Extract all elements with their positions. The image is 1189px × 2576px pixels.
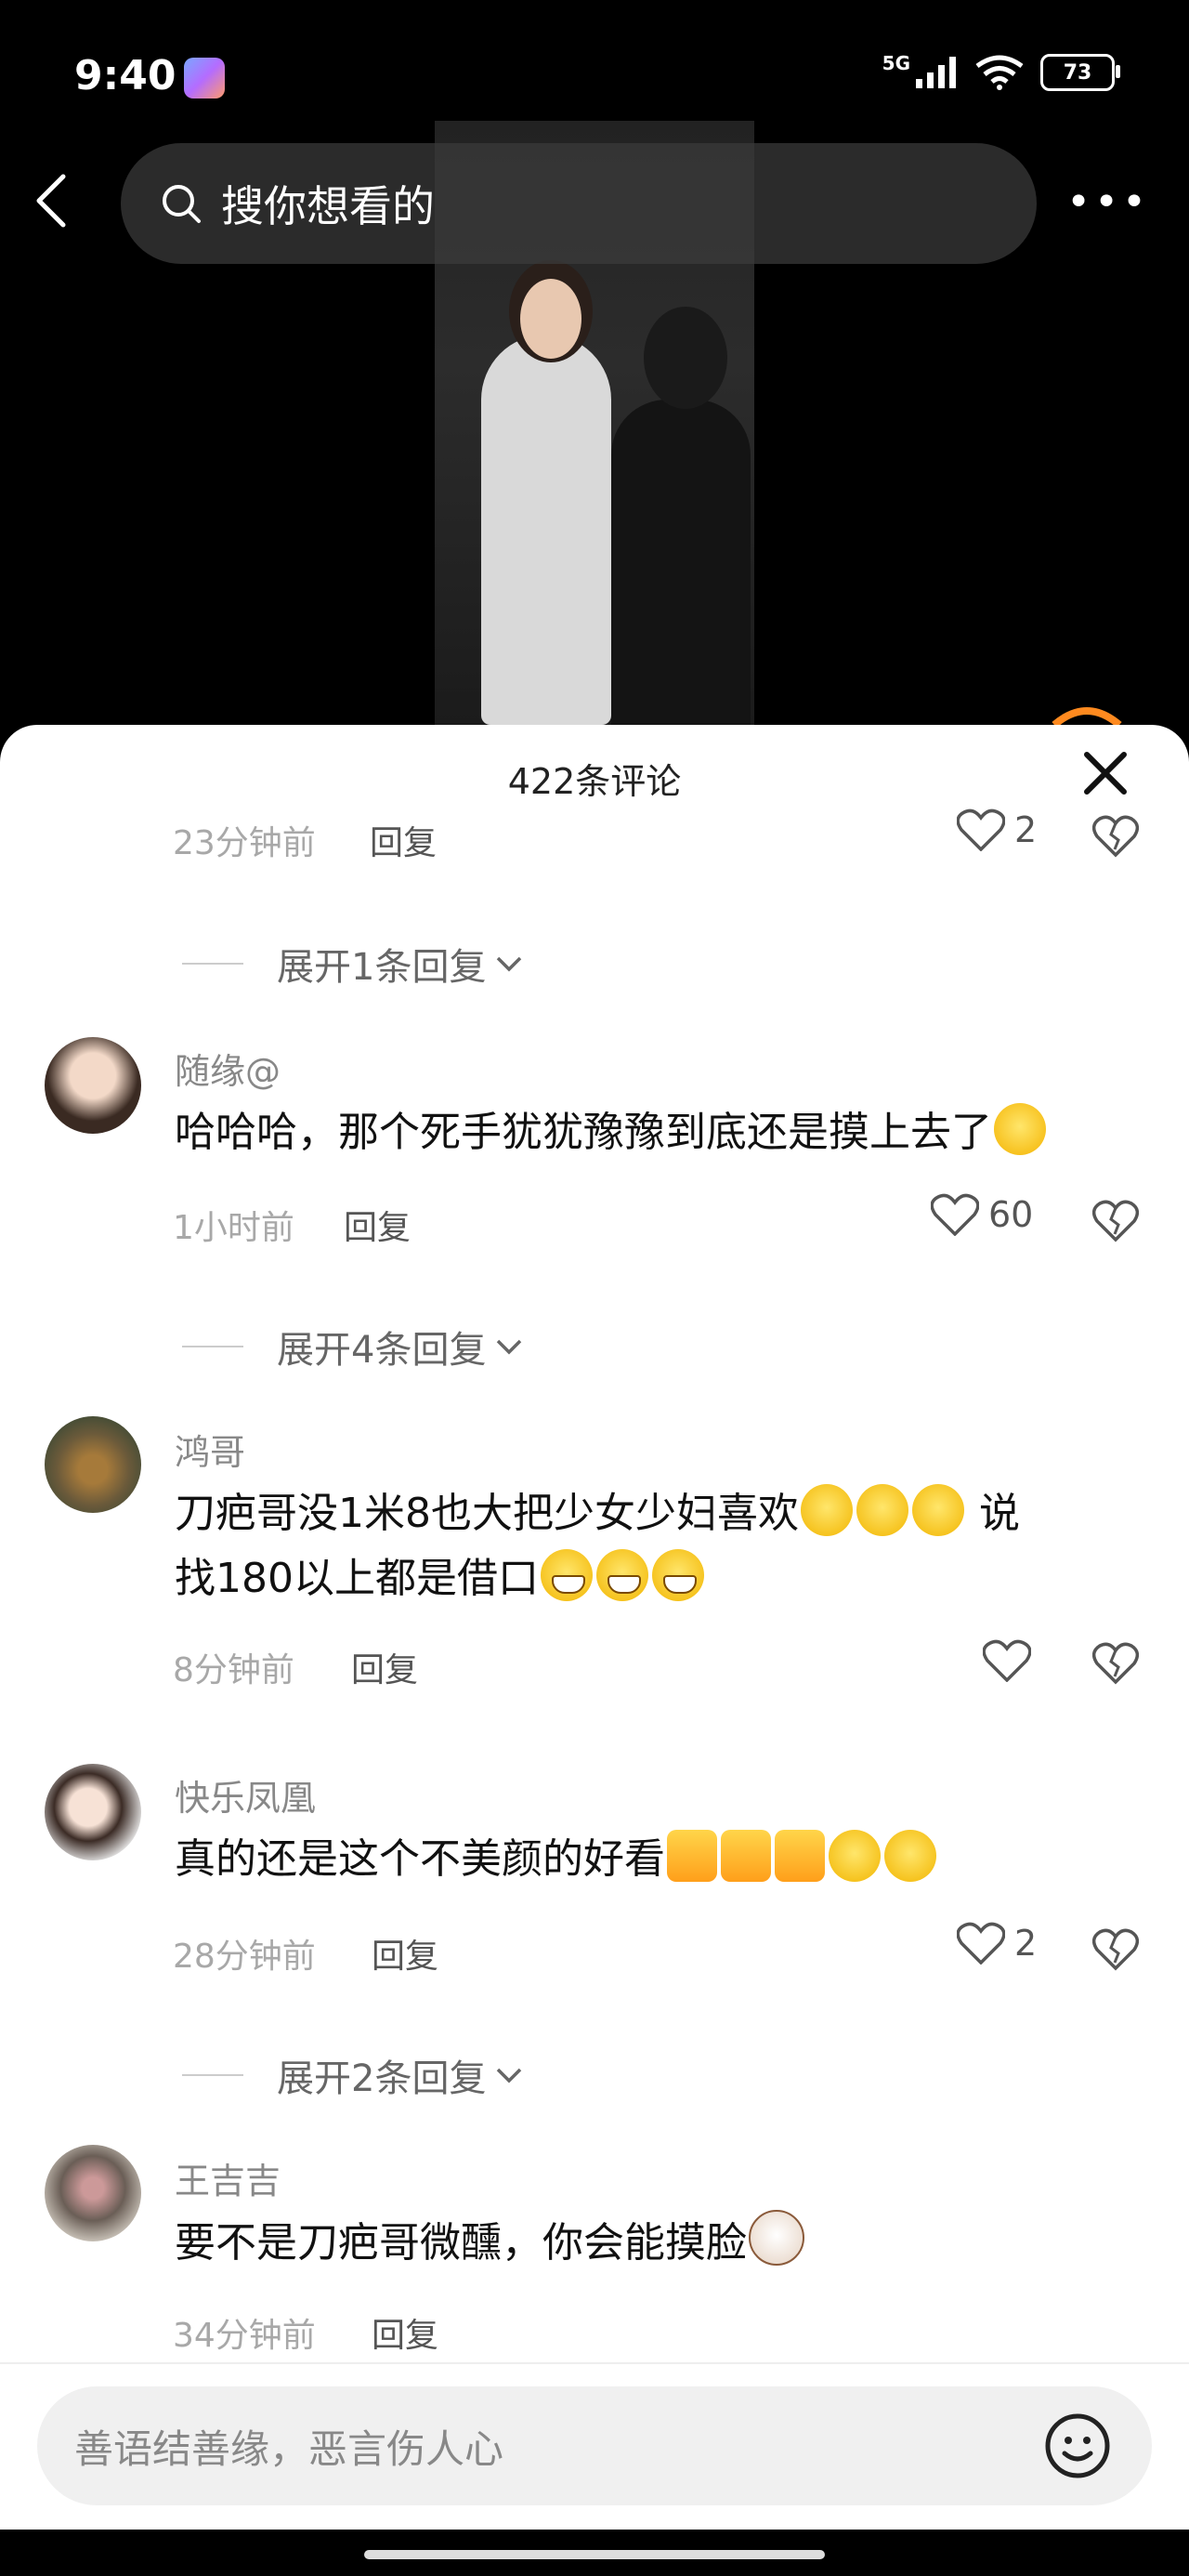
smile-emoji-icon [801,1484,853,1536]
reply-button[interactable]: 回复 [370,816,437,864]
like-button[interactable]: 2 [957,808,1037,851]
expand-replies-label: 展开2条回复 [277,2057,487,2100]
chevron-down-icon [497,2068,522,2083]
comment-text: 哈哈哈，那个死手犹犹豫豫到底还是摸上去了 [175,1100,1048,1165]
comment-count-title: 422条评论 [507,761,682,802]
cat-emoji-icon [749,2210,804,2266]
emoji-icon[interactable] [1044,2412,1111,2479]
app-notification-icon [184,58,225,99]
battery-level: 73 [1063,60,1092,85]
dislike-icon[interactable] [1092,1925,1139,1972]
comment-sheet: 422条评论 23分钟前 回复 2 展开1条回复 随缘@ 哈哈哈，那个死手犹犹豫… [0,725,1189,2576]
avatar[interactable] [45,1037,141,1134]
comment-time: 28分钟前 [173,1938,316,1976]
search-input[interactable]: 搜你想看的 [121,143,1037,264]
heart-icon [931,1193,979,1236]
smile-emoji-icon [856,1484,908,1536]
heart-icon [957,808,1005,851]
comment-text-content: 找180以上都是借口 [175,1555,539,1602]
comment-input-bar: 善语结善缘，恶言伤人心 [0,2362,1189,2541]
comment-username[interactable]: 鸿哥 [175,1424,245,1475]
reply-button[interactable]: 回复 [372,2308,438,2357]
comment-text: 真的还是这个不美颜的好看 [175,1827,938,1892]
comment-text-content: 刀疤哥没1米8也大把少女少妇喜欢 [175,1490,799,1537]
comment-time: 1小时前 [173,1209,294,1247]
comment-text-content: 真的还是这个不美颜的好看 [175,1835,665,1883]
battery-indicator: 73 [1040,54,1120,91]
comment-text: 要不是刀疤哥微醺，你会能摸脸 [175,2210,806,2276]
expand-replies-button[interactable]: 展开1条回复 [182,937,523,991]
divider-line [182,963,243,965]
thumbs-up-emoji-icon [667,1830,717,1882]
avatar[interactable] [45,2145,141,2241]
like-count: 60 [988,1194,1034,1235]
comment-text: 刀疤哥没1米8也大把少女少妇喜欢 说 找180以上都是借口 [175,1481,1020,1611]
hug-emoji-icon [884,1830,936,1882]
comment-input-placeholder: 善语结善缘，恶言伤人心 [74,2425,504,2472]
expand-replies-label: 展开1条回复 [277,946,487,989]
status-right-group: 5G 73 [882,52,1120,91]
chevron-down-icon [497,956,522,972]
search-placeholder: 搜你想看的 [221,181,435,231]
avatar[interactable] [45,1764,141,1860]
grin-emoji-icon [540,1549,593,1601]
heart-icon [957,1922,1005,1965]
back-icon[interactable] [33,173,71,229]
grin-emoji-icon [595,1549,648,1601]
laughing-emoji-icon [994,1103,1046,1155]
hug-emoji-icon [829,1830,881,1882]
comment-username[interactable]: 随缘@ [175,1043,281,1094]
video-figure [481,335,611,725]
dislike-icon[interactable] [1092,812,1139,859]
heart-icon[interactable] [983,1639,1031,1682]
network-label: 5G [882,52,910,74]
grin-emoji-icon [651,1549,704,1601]
expand-replies-button[interactable]: 展开4条回复 [182,1320,523,1373]
wifi-icon [975,55,1024,90]
video-figure [520,279,581,359]
more-icon[interactable]: ••• [1066,182,1150,223]
comment-time: 23分钟前 [173,824,316,862]
reply-button[interactable]: 回复 [351,1643,418,1691]
dislike-icon[interactable] [1092,1197,1139,1243]
dislike-icon[interactable] [1092,1639,1139,1686]
comment-username[interactable]: 王吉吉 [175,2152,281,2203]
expand-replies-label: 展开4条回复 [277,1329,487,1372]
comment-text-content: 要不是刀疤哥微醺，你会能摸脸 [175,2219,747,2267]
comment-time: 8分钟前 [173,1651,294,1689]
home-indicator[interactable] [364,2550,825,2559]
reply-button[interactable]: 回复 [372,1929,438,1978]
comment-time: 34分钟前 [173,2317,316,2355]
like-button[interactable]: 60 [931,1193,1033,1236]
search-icon [163,185,201,223]
expand-replies-button[interactable]: 展开2条回复 [182,2048,523,2102]
comment-username[interactable]: 快乐凤凰 [175,1769,316,1820]
divider-line [182,1346,243,1347]
video-figure [644,307,727,409]
reply-button[interactable]: 回复 [344,1201,411,1249]
divider-line [182,2074,243,2076]
comment-text-content: 说 [979,1490,1020,1537]
like-button[interactable]: 2 [957,1922,1037,1965]
like-count: 2 [1014,1923,1038,1964]
signal-icon [916,57,956,88]
like-count: 2 [1014,809,1038,850]
comment-text-content: 哈哈哈，那个死手犹犹豫豫到底还是摸上去了 [175,1109,992,1156]
chevron-down-icon [497,1339,522,1355]
smile-emoji-icon [912,1484,964,1536]
comment-input[interactable]: 善语结善缘，恶言伤人心 [37,2386,1152,2505]
close-icon[interactable] [1078,745,1133,801]
thumbs-up-emoji-icon [775,1830,825,1882]
status-time: 9:40 [74,52,176,99]
avatar[interactable] [45,1416,141,1513]
thumbs-up-emoji-icon [721,1830,771,1882]
video-figure [611,400,751,725]
